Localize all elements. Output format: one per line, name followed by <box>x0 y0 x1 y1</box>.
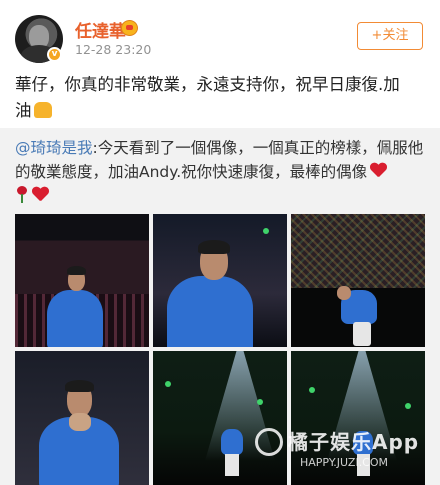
photo-2-hair <box>198 240 230 254</box>
post-text-line2: 油 <box>15 101 32 120</box>
follow-button[interactable]: +关注 <box>357 22 423 50</box>
photo-6-light-1 <box>309 387 315 393</box>
post-header: v 任達華 12-28 23:20 +关注 <box>0 0 440 64</box>
site-watermark-url: HAPPY.JUZI.COM <box>300 456 389 469</box>
post-text: 華仔，你真的非常敬業，永遠支持你，祝早日康復.加 油 <box>15 72 427 124</box>
watermark-logo-icon <box>255 428 283 456</box>
photo-2-blue-jacket <box>167 276 253 347</box>
photo-5-white-pants <box>225 454 239 476</box>
username[interactable]: 任達華 <box>75 17 126 42</box>
verified-badge-icon: v <box>47 47 62 62</box>
photo-6-light-2 <box>405 403 411 409</box>
photo-3-crowd <box>291 214 425 289</box>
repost-text-part1: :今天看到了一個偶像，一個真正的榜樣，佩服 <box>92 139 408 157</box>
photo-1-blue-jacket <box>47 290 103 347</box>
photo-thumbnail-2[interactable] <box>153 214 287 347</box>
photo-4-hair <box>65 380 94 392</box>
photo-5-blue-jacket <box>221 429 243 455</box>
photo-thumbnail-4[interactable] <box>15 351 149 485</box>
rose-emoji-icon <box>15 186 29 203</box>
photo-1-hair <box>67 266 86 275</box>
photo-5-light-2 <box>257 399 263 405</box>
photo-4-hands <box>69 413 91 431</box>
red-heart-emoji-icon <box>370 163 387 179</box>
photo-thumbnail-5[interactable] <box>153 351 287 485</box>
post-text-line1: 華仔，你真的非常敬業，永遠支持你，祝早日康復.加 <box>15 75 400 94</box>
photo-thumbnail-1[interactable] <box>15 214 149 347</box>
flexed-bicep-emoji-icon <box>33 102 52 118</box>
photo-3-head <box>337 286 351 300</box>
red-heart-emoji-icon-2 <box>32 187 49 203</box>
photo-5-light-1 <box>165 381 171 387</box>
photo-2-light <box>263 228 269 234</box>
photo-thumbnail-3[interactable] <box>291 214 425 347</box>
site-watermark-brand: 橘子娱乐App <box>288 430 420 454</box>
repost-text: @琦琦是我:今天看到了一個偶像，一個真正的榜樣，佩服他的敬業態度，加油Andy.… <box>15 136 427 208</box>
repost-author-mention[interactable]: @琦琦是我 <box>15 139 93 157</box>
post-timestamp: 12-28 23:20 <box>75 42 152 57</box>
photo-3-white-pants <box>353 322 371 346</box>
vip-crown-icon <box>121 20 138 36</box>
